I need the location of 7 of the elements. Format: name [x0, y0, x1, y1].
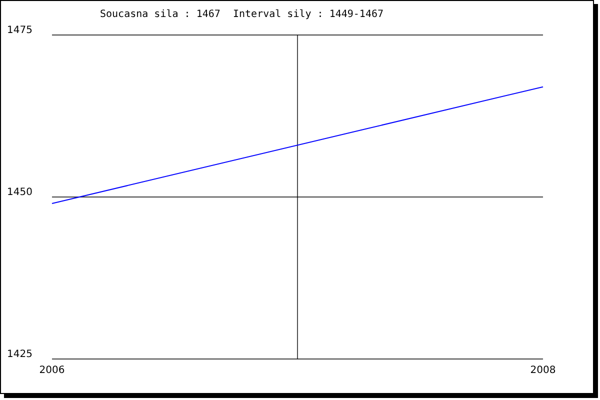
current-force-label: Soucasna sila : 1467: [100, 9, 220, 20]
y-axis-label: 1475: [7, 25, 32, 36]
y-axis-label: 1450: [7, 187, 32, 198]
x-axis-label: 2006: [39, 365, 65, 376]
x-axis-label: 2008: [530, 365, 556, 376]
force-interval-label: Interval sily : 1449-1467: [233, 9, 384, 20]
y-axis-label: 1425: [7, 349, 32, 360]
